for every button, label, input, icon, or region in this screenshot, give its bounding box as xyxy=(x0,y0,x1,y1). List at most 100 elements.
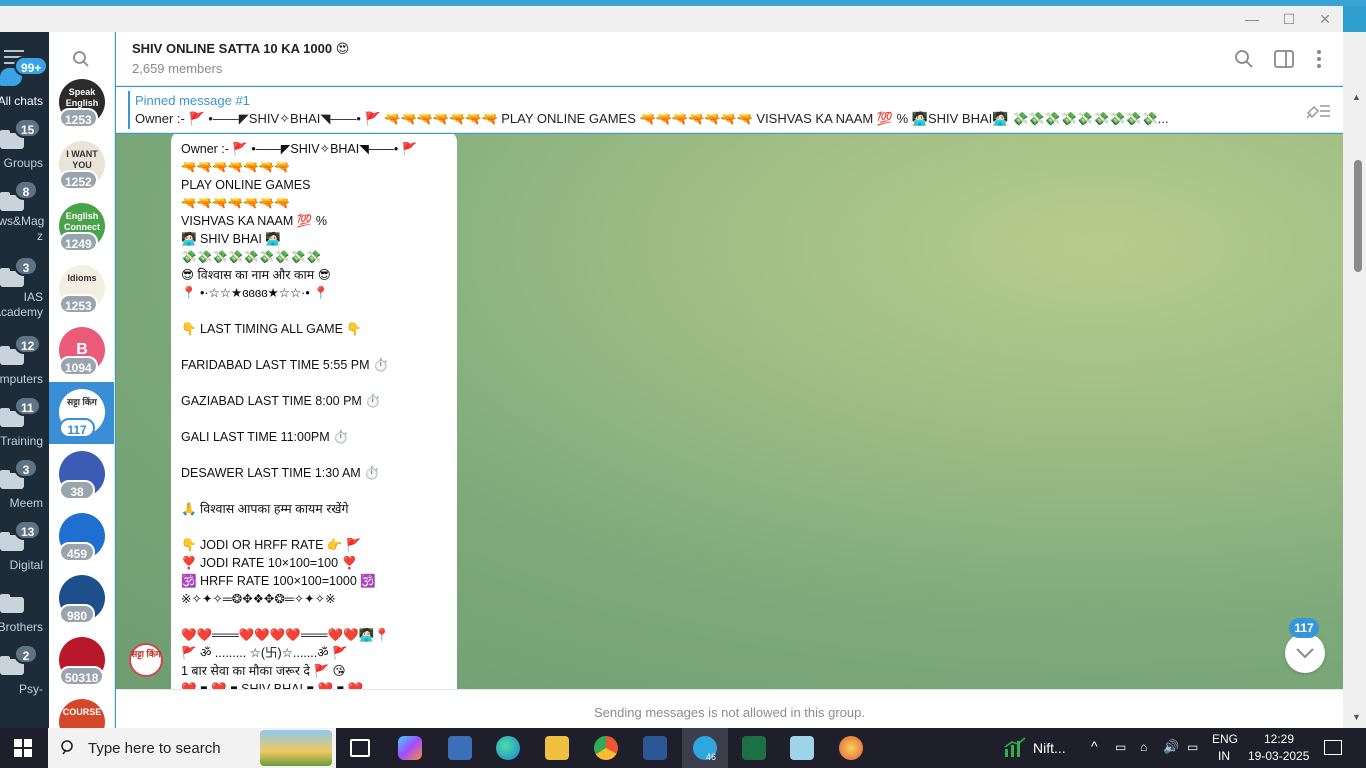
scroll-down-button[interactable] xyxy=(1285,633,1325,673)
copilot-icon[interactable] xyxy=(398,736,422,760)
chat-list-item[interactable]: 459 xyxy=(49,506,114,568)
chat-list-item[interactable]: B 1094 xyxy=(49,320,114,382)
scroll-up-arrow[interactable]: ▲ xyxy=(1352,92,1361,102)
search-placeholder: Type here to search xyxy=(88,740,221,757)
message-line: 👇 JODI OR HRFF RATE 👉 🚩 xyxy=(181,538,362,552)
volume-icon[interactable]: 🔊 xyxy=(1163,739,1179,755)
folder-badge: 13 xyxy=(14,520,42,540)
taskbar-search[interactable]: Type here to search xyxy=(48,728,336,768)
chat-list-item[interactable]: 980 xyxy=(49,568,114,630)
folder-item[interactable]: 11 Training xyxy=(0,396,49,460)
chat-list-item[interactable]: Speak English 1253 xyxy=(49,72,114,134)
folder-badge: 2 xyxy=(14,644,38,664)
telegram-taskbar-active[interactable]: 46 xyxy=(682,728,728,768)
chat-list-item[interactable]: English Connect 1249 xyxy=(49,196,114,258)
unread-count-badge: 117 xyxy=(59,418,95,438)
sidebar-toggle-icon[interactable] xyxy=(1273,48,1295,70)
unread-count-badge: 980 xyxy=(59,604,95,624)
scrollbar[interactable]: ▲ ▼ xyxy=(1343,32,1366,728)
message-bubble[interactable]: Owner :- 🚩 •——◤SHIV✧BHAI◥——• 🚩 🔫🔫🔫🔫🔫🔫🔫 PLA… xyxy=(171,134,457,689)
message-line xyxy=(181,302,447,320)
folder-item[interactable]: 12 Computers xyxy=(0,334,49,398)
chat-title: SHIV ONLINE SATTA 10 KA 1000 😍 xyxy=(132,41,350,56)
tray-expand-icon[interactable]: ^ xyxy=(1091,738,1098,754)
windows-start-icon[interactable] xyxy=(14,739,32,757)
unread-count-badge: 1253 xyxy=(59,108,98,128)
excel-icon[interactable] xyxy=(742,736,766,760)
task-view-icon[interactable] xyxy=(350,739,370,757)
pinned-text: Owner :- 🚩 •——◤SHIV✧BHAI◥——• 🚩 🔫🔫🔫🔫🔫🔫🔫 P… xyxy=(135,111,1169,126)
taskbar: Type here to search 46 Nift... ^ ▭ ⌂ 🔊 ▭… xyxy=(0,728,1366,768)
folder-badge: 11 xyxy=(14,396,41,416)
clock-date[interactable]: 19-03-2025 xyxy=(1248,749,1309,763)
edge-icon[interactable] xyxy=(496,736,520,760)
folder-badge: 3 xyxy=(14,256,38,276)
language-top[interactable]: ENG xyxy=(1212,732,1238,746)
chat-list-item[interactable]: COURSE xyxy=(49,692,114,728)
folder-item[interactable]: 8 News&Mag z xyxy=(0,180,49,244)
network-icon[interactable]: ⌂ xyxy=(1140,740,1147,754)
unread-badge: 117 xyxy=(1289,618,1319,638)
folder-badge: 8 xyxy=(14,180,38,200)
search-icon[interactable] xyxy=(1233,48,1255,70)
folder-label: Meem xyxy=(9,496,43,510)
stock-chart-icon[interactable] xyxy=(1003,737,1027,759)
calculator-icon[interactable] xyxy=(448,736,472,760)
folder-item[interactable]: 15 Groups xyxy=(0,118,49,182)
folder-item[interactable]: Brothers xyxy=(0,584,49,646)
message-line: ❤️❤️═══❤️❤️❤️❤️═══❤️❤️🧑🏻‍💻📍 xyxy=(181,628,390,642)
message-area[interactable]: Owner :- 🚩 •——◤SHIV✧BHAI◥——• 🚩 🔫🔫🔫🔫🔫🔫🔫 PLA… xyxy=(116,134,1343,689)
notes-icon[interactable] xyxy=(790,736,814,760)
more-menu-icon[interactable] xyxy=(1308,48,1330,70)
message-line: PLAY ONLINE GAMES xyxy=(181,178,311,192)
message-line: DESAWER LAST TIME 1:30 AM ⏱️ xyxy=(181,466,380,480)
maximize-button[interactable]: ☐ xyxy=(1271,10,1307,28)
chat-list-item[interactable]: Idioms 1253 xyxy=(49,258,114,320)
chat-list: Speak English 1253 I WANT YOU 1252 English C… xyxy=(49,32,115,728)
chat-avatar: COURSE xyxy=(59,699,105,728)
chat-list-item[interactable]: I WANT YOU 1252 xyxy=(49,134,114,196)
close-button[interactable]: ✕ xyxy=(1307,10,1343,28)
scrollbar-thumb[interactable] xyxy=(1354,160,1362,272)
message-line: 🧑🏻‍💻 SHIV BHAI 🧑🏻‍💻 xyxy=(181,232,281,246)
folder-item[interactable]: 3 IAS Academy xyxy=(0,256,49,320)
message-line: 🙏 विश्वास आपका हम्म कायम रखेंगे xyxy=(181,502,349,516)
unread-count-badge: 50318 xyxy=(59,666,105,686)
message-line: 🕉️ HRFF RATE 100×100=1000 🕉️ xyxy=(181,574,376,588)
chat-list-item[interactable]: 50318 xyxy=(49,630,114,692)
chrome-icon[interactable] xyxy=(594,736,618,760)
notification-icon[interactable] xyxy=(1324,740,1342,755)
pinned-message-bar[interactable]: Pinned message #1 Owner :- 🚩 •——◤SHIV✧BH… xyxy=(116,87,1343,133)
language-bottom[interactable]: IN xyxy=(1218,749,1230,763)
chat-list-item[interactable]: 38 xyxy=(49,444,114,506)
minimize-button[interactable]: — xyxy=(1234,10,1270,28)
folder-item[interactable]: 2 Psy- xyxy=(0,644,49,708)
folder-item[interactable]: 3 Meem xyxy=(0,458,49,522)
message-line: FARIDABAD LAST TIME 5:55 PM ⏱️ xyxy=(181,358,389,372)
member-count: 2,659 members xyxy=(132,61,223,76)
folder-badge: 12 xyxy=(14,334,42,354)
pinned-title: Pinned message #1 xyxy=(135,93,250,108)
battery-icon[interactable]: ▭ xyxy=(1115,740,1126,754)
folders-sidebar: 99+ All chats 15 Groups 8 News&Mag z 3 IAS Acad… xyxy=(0,32,49,728)
message-line: 👇 LAST TIMING ALL GAME 👇 xyxy=(181,322,362,336)
pinned-list-icon[interactable] xyxy=(1304,99,1332,121)
clock-time[interactable]: 12:29 xyxy=(1264,732,1294,746)
scroll-down-arrow[interactable]: ▼ xyxy=(1352,712,1361,722)
message-line: ❣️ JODI RATE 10×100=100 ❣️ xyxy=(181,556,358,570)
folder-icon xyxy=(0,594,26,614)
sender-avatar[interactable]: सट्टा किंग xyxy=(129,643,163,677)
folder-item[interactable]: 99+ All chats xyxy=(0,56,49,120)
display-icon[interactable]: ▭ xyxy=(1187,740,1198,754)
message-line xyxy=(181,446,447,464)
unread-count-badge: 1249 xyxy=(59,232,98,252)
chat-header[interactable]: SHIV ONLINE SATTA 10 KA 1000 😍 2,659 mem… xyxy=(116,32,1343,86)
folder-item[interactable]: 13 Digital xyxy=(0,520,49,584)
paint-icon[interactable] xyxy=(839,736,863,760)
nifty-widget-label[interactable]: Nift... xyxy=(1033,740,1066,756)
file-explorer-icon[interactable] xyxy=(545,736,569,760)
word-icon[interactable] xyxy=(643,736,667,760)
restricted-notice: Sending messages is not allowed in this … xyxy=(594,705,865,720)
chat-list-item[interactable]: सट्टा किंग 117 xyxy=(49,382,114,444)
search-icon[interactable] xyxy=(72,50,90,68)
